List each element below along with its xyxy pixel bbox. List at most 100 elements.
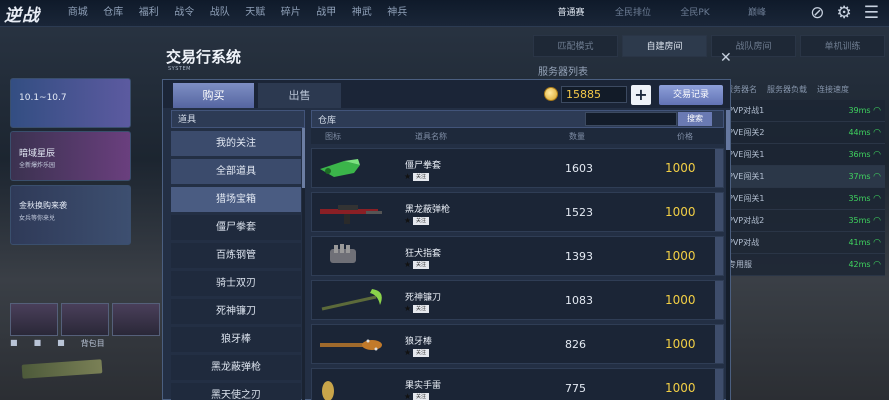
nav-item-welfare[interactable]: 福利	[131, 0, 167, 27]
pager-dot[interactable]: ■	[57, 338, 65, 349]
mode-pk[interactable]: 全民PK	[664, 0, 726, 27]
category-item[interactable]: 骑士双刃	[171, 271, 301, 296]
tab-solo-training[interactable]: 单机训练	[800, 35, 885, 57]
pager-dot[interactable]: ■	[34, 338, 42, 349]
mode-peak[interactable]: 巅峰	[726, 0, 788, 27]
nav-item-shop[interactable]: 商城	[60, 0, 96, 27]
star-icon[interactable]: ★	[404, 216, 411, 225]
nav-item-warehouse[interactable]: 仓库	[96, 0, 132, 27]
game-logo: 逆战	[4, 6, 40, 26]
mode-normal[interactable]: 普通赛	[540, 0, 602, 27]
category-item[interactable]: 狼牙棒	[171, 327, 301, 352]
avatar[interactable]	[61, 303, 109, 336]
category-item[interactable]: 黑天使之刃	[171, 383, 301, 400]
table-row[interactable]: 死神镰刀 ★ 关注 1083 1000	[311, 280, 724, 320]
close-icon[interactable]: ✕	[720, 50, 732, 66]
item-price: 1000	[665, 381, 696, 395]
nav-item-divine-weapon[interactable]: 神兵	[380, 0, 416, 27]
col-price: 价格	[677, 131, 693, 141]
avatar[interactable]	[112, 303, 160, 336]
item-quantity: 826	[565, 338, 586, 351]
star-icon[interactable]: ★	[404, 348, 411, 357]
row-edge	[715, 237, 723, 275]
signal-icon: ◠	[873, 149, 881, 160]
scroll-thumb[interactable]	[726, 110, 730, 150]
category-item[interactable]: 全部道具	[171, 159, 301, 184]
star-icon[interactable]: ★	[404, 304, 411, 313]
search-input[interactable]	[585, 112, 677, 126]
event-card-subtitle: 全新爆炸乐园	[19, 162, 56, 169]
modal-title: 交易行系统	[166, 48, 242, 66]
category-scrollbar[interactable]	[302, 128, 305, 400]
star-icon[interactable]: ★	[404, 392, 411, 400]
tab-buy[interactable]: 购买	[173, 83, 254, 108]
follow-tag[interactable]: 关注	[413, 393, 430, 400]
category-item[interactable]: 僵尸拳套	[171, 215, 301, 240]
category-item[interactable]: 黑龙蔽弹枪	[171, 355, 301, 380]
category-item[interactable]: 猎场宝箱	[171, 187, 301, 212]
follow-tag[interactable]: 关注	[413, 305, 430, 313]
table-row[interactable]: 果实手雷 ★ 关注 775 1000	[311, 368, 724, 400]
gear-icon[interactable]: ⚙	[837, 3, 852, 23]
nav-item-talent[interactable]: 天赋	[238, 0, 274, 27]
star-icon[interactable]: ★	[404, 172, 411, 181]
table-row[interactable]: 狂犬指套 ★ 关注 1393 1000	[311, 236, 724, 276]
nav-item-fragments[interactable]: 碎片	[273, 0, 309, 27]
server-ping-value: 35ms	[848, 215, 871, 225]
follow-tag[interactable]: 关注	[413, 173, 430, 181]
item-rows: 僵尸拳套 ★ 关注 1603 1000 黑龙蔽弹枪 ★ 关注 1523 1000 狂犬指套 ★ 关注 13…	[311, 148, 724, 400]
item-icon	[314, 195, 388, 229]
pager-dot[interactable]: ■	[10, 338, 18, 349]
follow-tag[interactable]: 关注	[413, 349, 430, 357]
table-row[interactable]: 僵尸拳套 ★ 关注 1603 1000	[311, 148, 724, 188]
row-edge	[715, 281, 723, 319]
search-button[interactable]: 搜索	[678, 112, 712, 126]
server-row[interactable]: PVE闯关2 44ms ◠	[720, 122, 885, 144]
trading-modal: 购买 出售 15885 + 交易记录 道具 我的关注 全部道具 猎场宝箱 僵尸拳套 百炼…	[162, 79, 731, 400]
nav-item-battlepass[interactable]: 战令	[167, 0, 203, 27]
mode-ranked[interactable]: 全民排位	[602, 0, 664, 27]
item-icon	[314, 327, 388, 361]
nav-item-clan[interactable]: 战队	[202, 0, 238, 27]
event-card-national-day[interactable]: 10.1~10.7	[10, 78, 131, 128]
tab-sell[interactable]: 出售	[258, 83, 341, 108]
server-row[interactable]: PVE闯关1 35ms ◠	[720, 188, 885, 210]
category-item[interactable]: 我的关注	[171, 131, 301, 156]
modal-subtitle: SYSTEM	[168, 66, 191, 72]
star-icon[interactable]: ★	[404, 260, 411, 269]
signal-icon: ◠	[873, 237, 881, 248]
trade-record-button[interactable]: 交易记录	[659, 85, 723, 105]
server-row[interactable]: PVP对战2 35ms ◠	[720, 210, 885, 232]
item-name: 狂犬指套	[405, 249, 442, 259]
menu-icon[interactable]: ☰	[864, 3, 879, 23]
event-card-dark-star[interactable]: 暗域星辰 全新爆炸乐园	[10, 131, 131, 181]
follow-tag[interactable]: 关注	[413, 261, 430, 269]
follow-tag[interactable]: 关注	[413, 217, 430, 225]
server-row[interactable]: 专用服 42ms ◠	[720, 254, 885, 276]
category-item[interactable]: 死神镰刀	[171, 299, 301, 324]
item-name: 僵尸拳套	[405, 161, 442, 171]
event-card-date: 10.1~10.7	[19, 93, 67, 103]
category-item[interactable]: 百炼钢管	[171, 243, 301, 268]
item-price: 1000	[665, 161, 696, 175]
add-coins-button[interactable]: +	[631, 85, 651, 105]
nav-item-divine-martial[interactable]: 神武	[344, 0, 380, 27]
avatar[interactable]	[10, 303, 58, 336]
signal-icon: ◠	[873, 259, 881, 270]
nav-item-armor[interactable]: 战甲	[309, 0, 345, 27]
server-row[interactable]: PVP对战 41ms ◠	[720, 232, 885, 254]
server-list: PVP对战1 39ms ◠ PVE闯关2 44ms ◠ PVE闯关1 36ms ◠ PVE闯…	[720, 100, 885, 276]
row-edge	[715, 369, 723, 400]
server-row[interactable]: PVP对战1 39ms ◠	[720, 100, 885, 122]
compass-icon[interactable]: ⊘	[810, 3, 824, 23]
scroll-thumb[interactable]	[302, 128, 305, 188]
server-ping: 42ms ◠	[848, 260, 881, 270]
server-row[interactable]: PVE闯关1 36ms ◠	[720, 144, 885, 166]
listing-scrollbar[interactable]	[726, 110, 730, 400]
item-name: 黑龙蔽弹枪	[405, 205, 451, 215]
server-row[interactable]: PVE闯关1 37ms ◠	[720, 166, 885, 188]
table-row[interactable]: 黑龙蔽弹枪 ★ 关注 1523 1000	[311, 192, 724, 232]
table-row[interactable]: 狼牙棒 ★ 关注 826 1000	[311, 324, 724, 364]
event-card-subtitle: 女兵等你来兑	[19, 215, 56, 222]
event-card-autumn-exchange[interactable]: 金秋换购来袭 女兵等你来兑	[10, 185, 131, 245]
